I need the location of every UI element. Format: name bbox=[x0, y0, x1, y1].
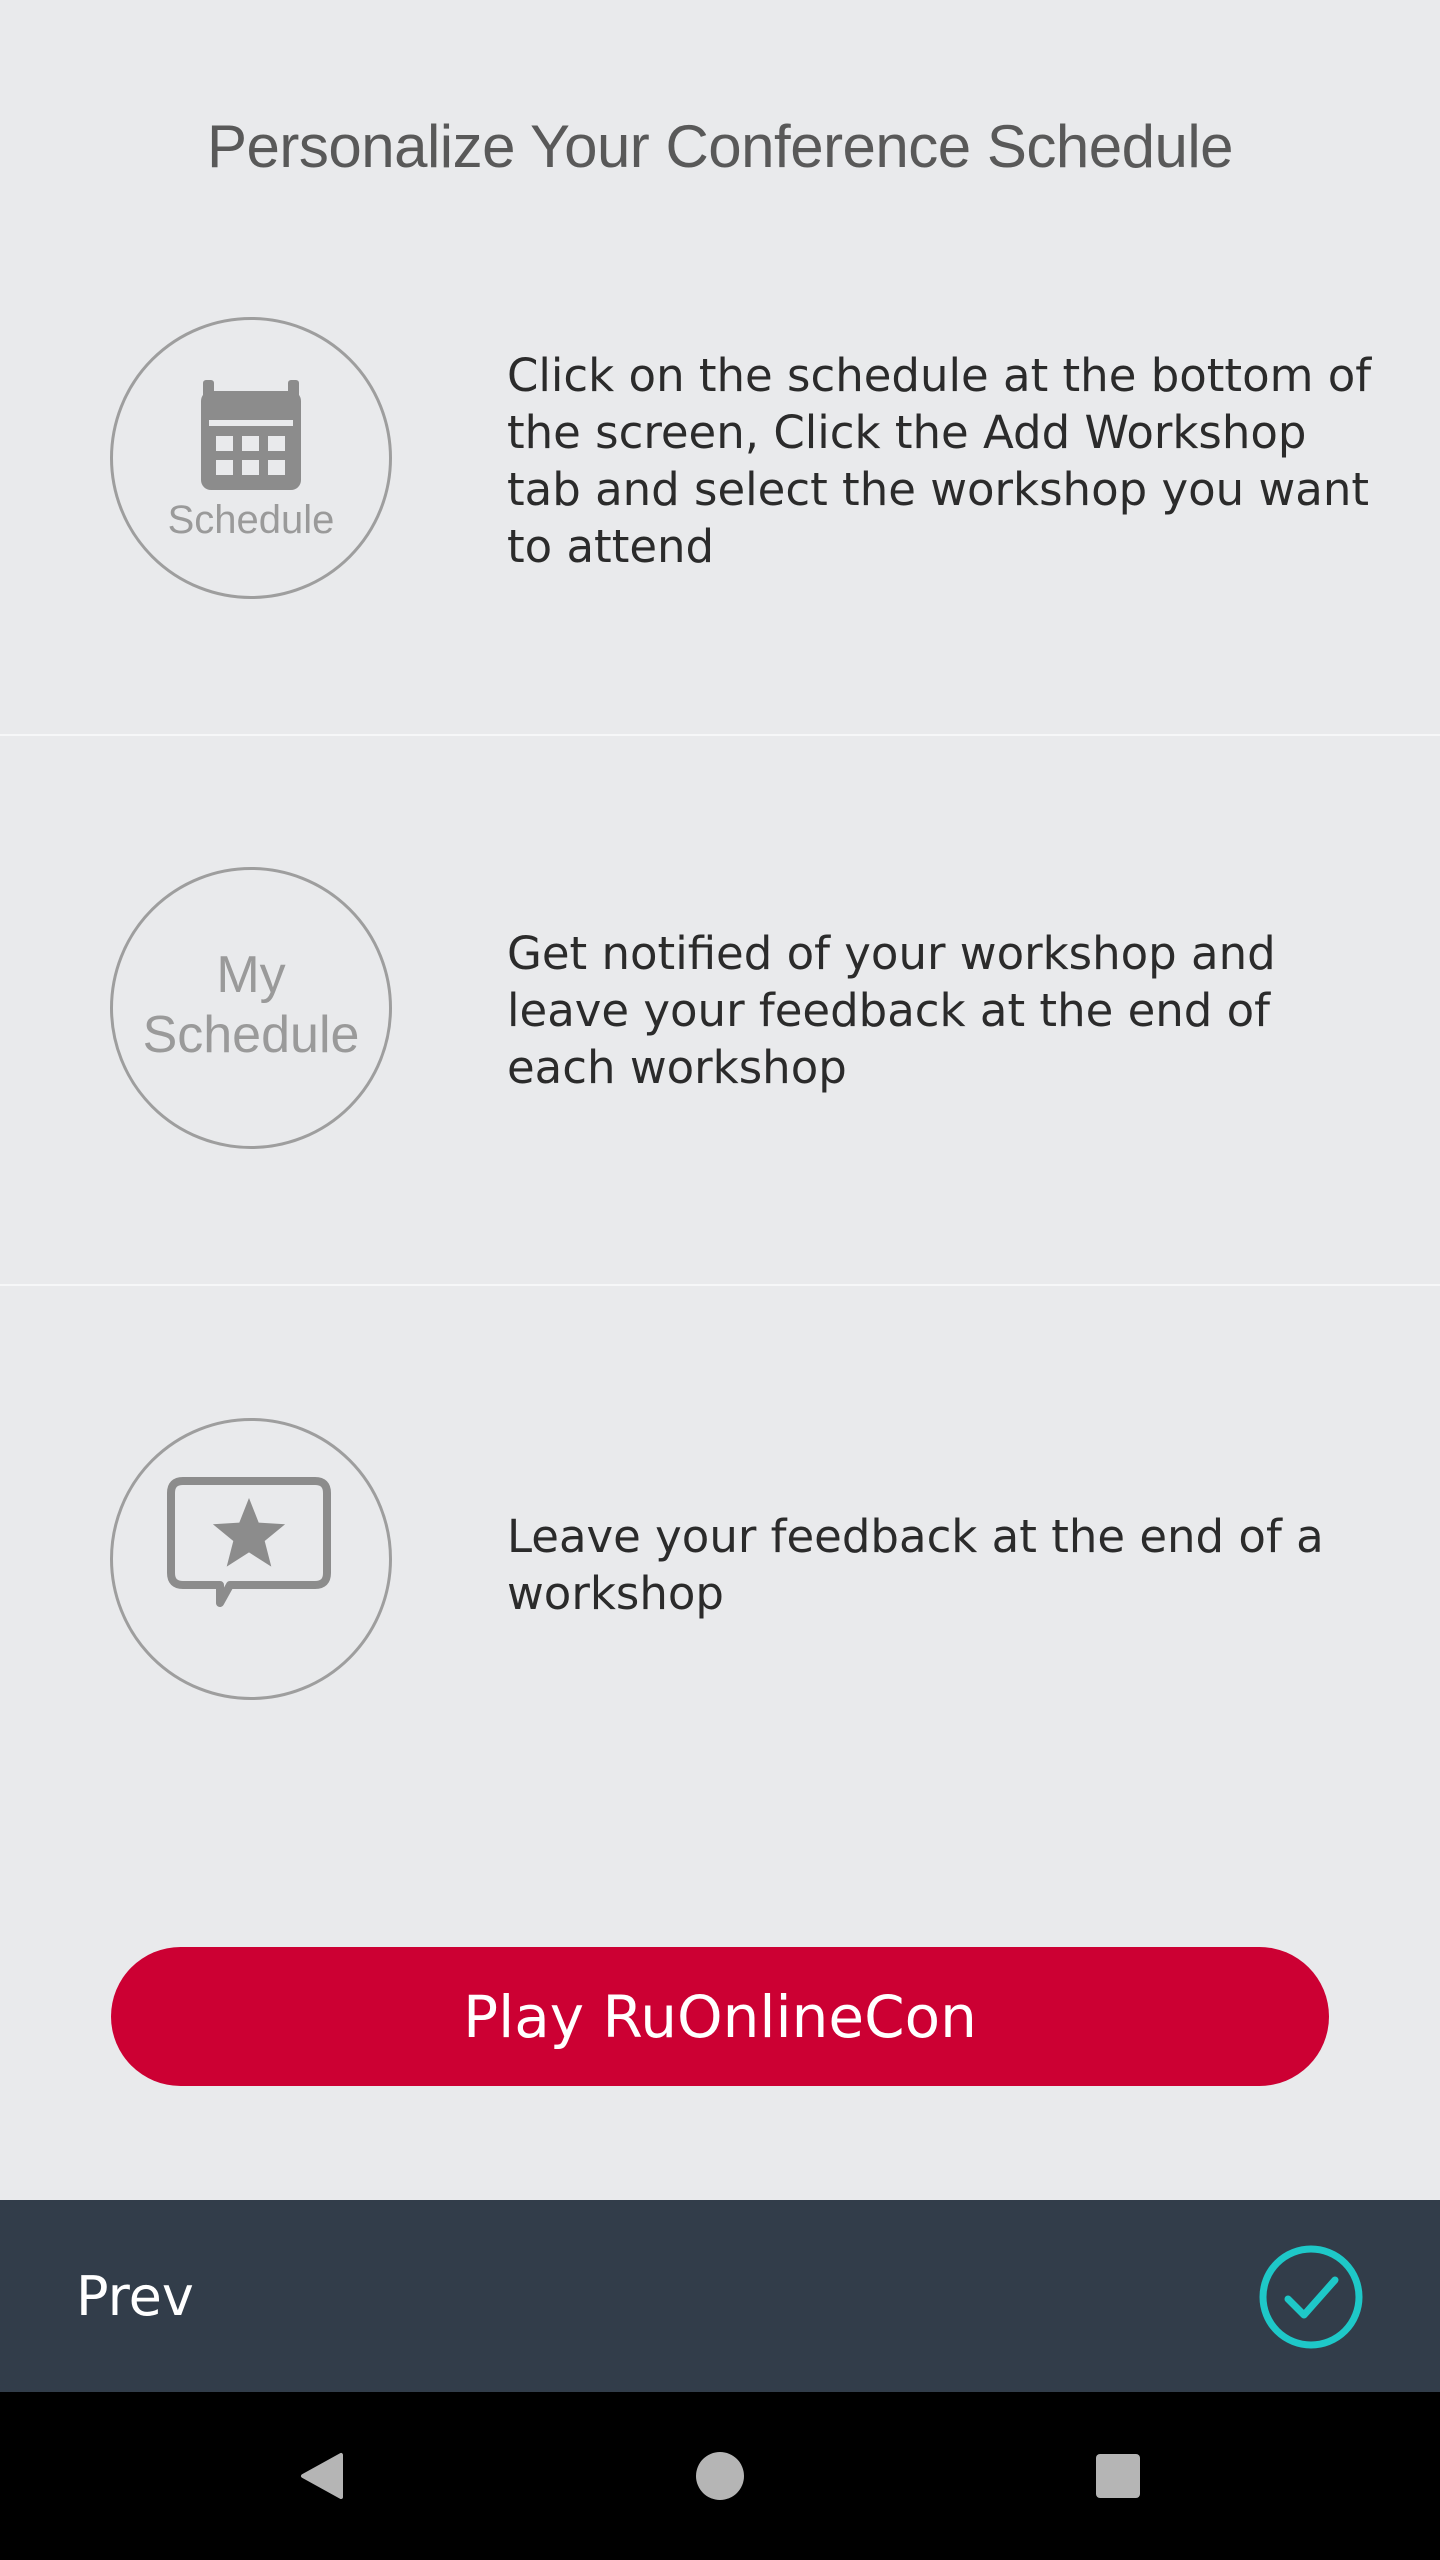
back-triangle-icon bbox=[301, 2453, 343, 2499]
play-button[interactable]: Play RuOnlineCon bbox=[111, 1947, 1329, 2086]
system-home-button[interactable] bbox=[680, 2436, 760, 2516]
system-back-button[interactable] bbox=[281, 2436, 361, 2516]
bottom-navigation-bar: Prev bbox=[0, 2200, 1440, 2392]
schedule-icon-label: Schedule bbox=[167, 498, 335, 542]
system-navigation-bar bbox=[0, 2392, 1440, 2560]
home-circle-icon bbox=[696, 2452, 744, 2500]
calendar-icon bbox=[201, 380, 301, 490]
feedback-star-icon bbox=[167, 1477, 331, 1607]
schedule-circle: Schedule bbox=[110, 317, 392, 599]
prev-button[interactable]: Prev bbox=[76, 2200, 194, 2392]
tutorial-section-schedule: Schedule Click on the schedule at the bo… bbox=[0, 185, 1440, 735]
tutorial-section-feedback: Leave your feedback at the end of a work… bbox=[0, 1286, 1440, 1836]
check-circle-icon bbox=[1259, 2245, 1363, 2349]
done-button[interactable] bbox=[1258, 2244, 1364, 2350]
my-schedule-label-line1: My bbox=[216, 946, 286, 1004]
system-recents-button[interactable] bbox=[1078, 2436, 1158, 2516]
feedback-circle bbox=[110, 1418, 392, 1700]
section-description: Leave your feedback at the end of a work… bbox=[507, 1510, 1324, 1620]
recents-square-icon bbox=[1096, 2454, 1140, 2498]
section-description: Get notified of your workshop and leave … bbox=[507, 927, 1276, 1094]
page-title: Personalize Your Conference Schedule bbox=[206, 113, 1234, 180]
tutorial-section-my-schedule: My Schedule Get notified of your worksho… bbox=[0, 736, 1440, 1286]
my-schedule-icon: My Schedule bbox=[110, 867, 392, 1149]
section-description: Click on the schedule at the bottom of t… bbox=[507, 349, 1372, 573]
my-schedule-label-line2: Schedule bbox=[142, 1006, 360, 1064]
